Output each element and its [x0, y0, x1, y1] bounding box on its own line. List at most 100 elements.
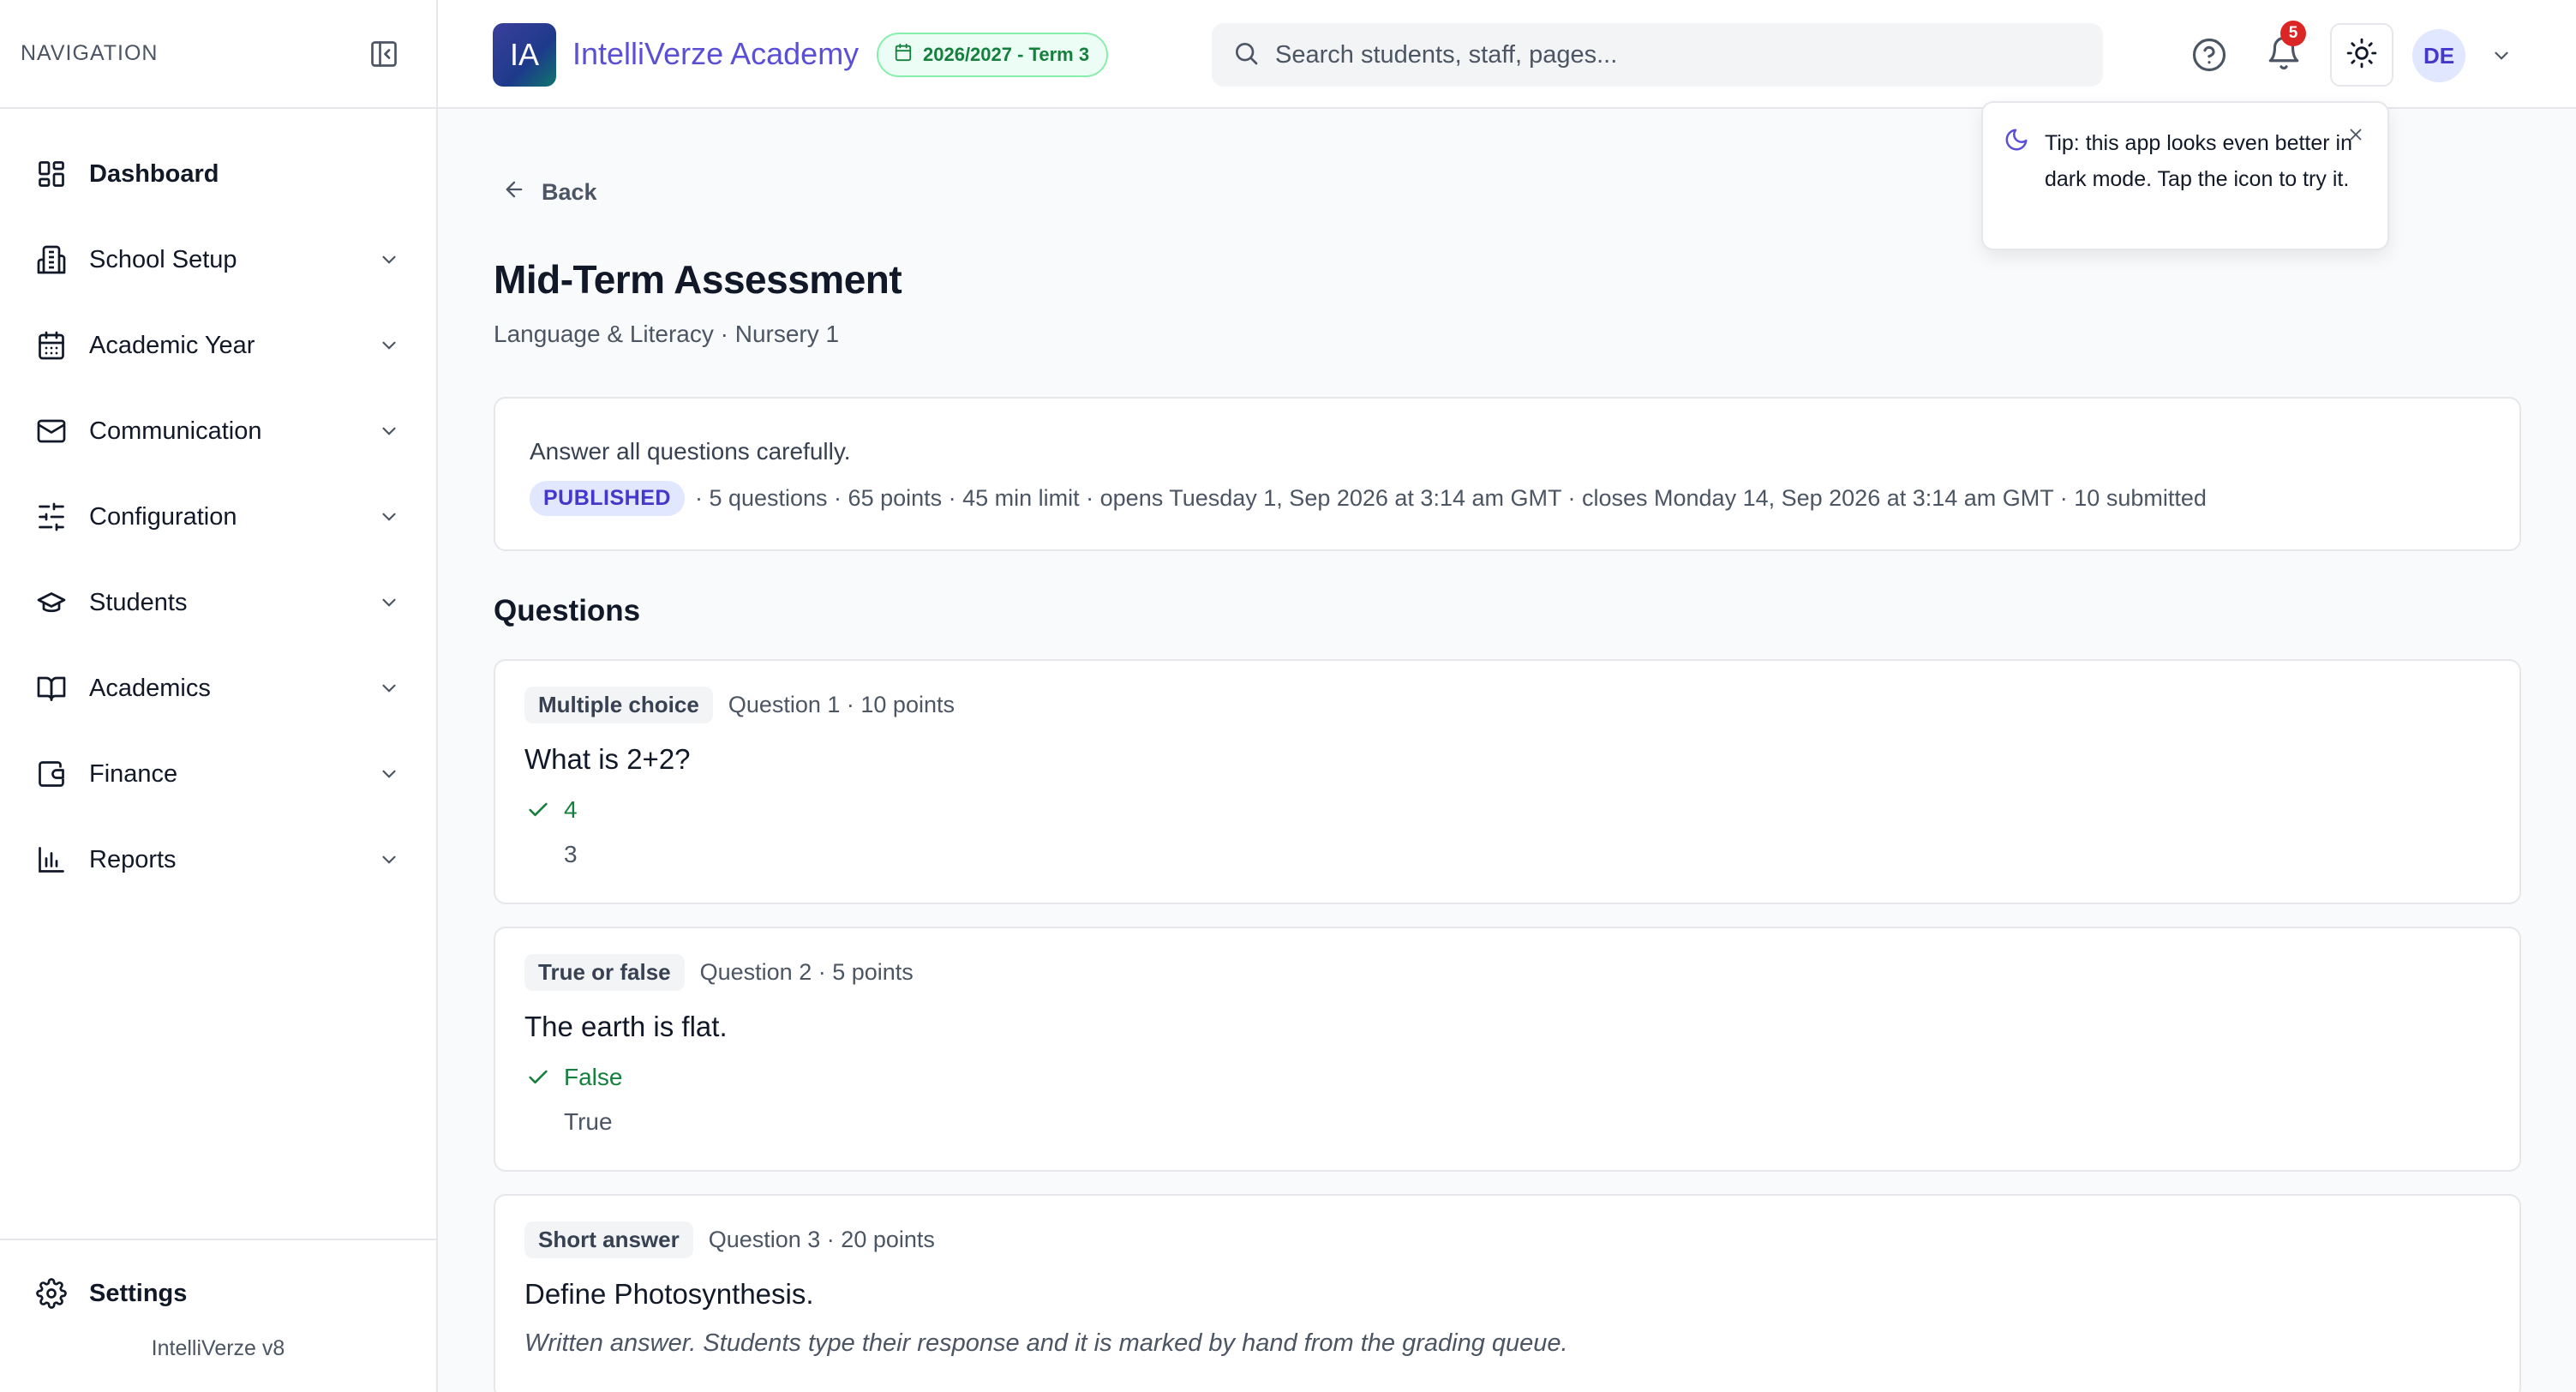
option-label: 3 — [564, 841, 578, 867]
app-name[interactable]: IntelliVerze Academy — [572, 36, 859, 72]
notifications-button[interactable]: 5 — [2261, 21, 2306, 77]
assessment-description: Answer all questions carefully. — [530, 438, 851, 465]
dashboard-icon — [34, 157, 69, 191]
page-subtitle: Language & Literacy · Nursery 1 — [494, 321, 840, 347]
back-button[interactable]: Back — [502, 177, 597, 207]
question-type-badge: True or false — [524, 954, 685, 991]
sidebar-item-settings[interactable]: Settings — [0, 1240, 436, 1347]
chevron-down-icon — [376, 590, 402, 615]
sidebar-item-label: Configuration — [89, 502, 237, 531]
graduation-cap-icon — [34, 585, 69, 620]
moon-icon — [2004, 127, 2031, 154]
tip-text: Tip: this app looks even better in dark … — [2045, 131, 2352, 191]
help-icon[interactable] — [2187, 33, 2232, 77]
check-icon — [524, 796, 552, 824]
top-bar: IA IntelliVerze Academy 2026/2027 - Term… — [438, 0, 2576, 109]
settings-label: Settings — [89, 1279, 188, 1307]
status-badge: PUBLISHED — [530, 481, 685, 516]
chevron-down-icon — [376, 418, 402, 444]
question-option: False — [524, 1064, 622, 1091]
sidebar-item-academics[interactable]: Academics — [0, 645, 436, 731]
question-header: Multiple choice Question 1 · 10 points — [524, 687, 955, 723]
chevron-down-icon — [376, 247, 402, 273]
building-icon — [34, 243, 69, 277]
search-input[interactable] — [1275, 40, 2103, 69]
sidebar-item-label: Finance — [89, 759, 178, 788]
wallet-icon — [34, 757, 69, 791]
assessment-meta: PUBLISHED · 5 questions · 65 points · 45… — [530, 481, 2207, 516]
question-card: True or false Question 2 · 5 points The … — [494, 927, 2521, 1172]
question-meta: Question 1 · 10 points — [728, 692, 955, 717]
search-icon — [1232, 39, 1260, 71]
sliders-icon — [34, 500, 69, 534]
chevron-down-icon — [376, 333, 402, 358]
sidebar-item-label: School Setup — [89, 245, 237, 273]
sidebar-item-label: Students — [89, 588, 188, 616]
app-version: IntelliVerze v8 — [151, 1336, 285, 1360]
question-type-badge: Short answer — [524, 1221, 693, 1258]
sidebar-title: NAVIGATION — [21, 41, 159, 65]
question-type-badge: Multiple choice — [524, 687, 713, 723]
sidebar-item-label: Academic Year — [89, 331, 255, 359]
chevron-down-icon — [376, 761, 402, 787]
sidebar-item-finance[interactable]: Finance — [0, 731, 436, 817]
sidebar-item-label: Communication — [89, 417, 262, 445]
option-label: False — [564, 1064, 623, 1090]
question-meta: Question 3 · 20 points — [708, 1227, 935, 1252]
sidebar-item-label: Reports — [89, 845, 177, 873]
collapse-sidebar-icon[interactable] — [368, 38, 400, 70]
term-label: 2026/2027 - Term 3 — [923, 44, 1090, 65]
gear-icon — [34, 1276, 69, 1311]
arrow-left-icon — [502, 177, 526, 207]
calendar-icon — [894, 43, 913, 67]
calendar-icon — [34, 328, 69, 363]
question-header: True or false Question 2 · 5 points — [524, 954, 914, 991]
sidebar: NAVIGATION Dashboard School Setup Academ… — [0, 0, 438, 1392]
question-text: Define Photosynthesis. — [524, 1278, 814, 1310]
search-bar — [1212, 23, 2103, 87]
sidebar-item-configuration[interactable]: Configuration — [0, 474, 436, 560]
logo[interactable]: IA — [493, 23, 556, 87]
sidebar-item-reports[interactable]: Reports — [0, 817, 436, 903]
question-option: 4 — [524, 796, 578, 824]
assessment-meta-text: · 5 questions · 65 points · 45 min limit… — [694, 485, 2207, 511]
question-text: The earth is flat. — [524, 1011, 728, 1042]
sidebar-item-communication[interactable]: Communication — [0, 388, 436, 474]
sidebar-item-students[interactable]: Students — [0, 560, 436, 645]
back-label: Back — [542, 179, 597, 205]
question-meta: Question 2 · 5 points — [699, 959, 914, 985]
dark-mode-tip: Tip: this app looks even better in dark … — [1981, 101, 2389, 250]
sidebar-item-dashboard[interactable]: Dashboard — [0, 131, 436, 217]
assessment-info-card: Answer all questions carefully. PUBLISHE… — [494, 397, 2521, 551]
question-text: What is 2+2? — [524, 743, 691, 775]
question-header: Short answer Question 3 · 20 points — [524, 1221, 935, 1258]
sidebar-item-label: Academics — [89, 674, 211, 702]
sidebar-item-label: Dashboard — [89, 159, 219, 188]
sidebar-item-academic-year[interactable]: Academic Year — [0, 303, 436, 388]
check-icon — [524, 1064, 552, 1091]
sidebar-footer: Settings IntelliVerze v8 — [0, 1239, 436, 1392]
sun-icon — [2345, 37, 2378, 74]
book-icon — [34, 671, 69, 705]
question-option: True — [524, 1108, 613, 1136]
page-title: Mid-Term Assessment — [494, 257, 902, 302]
avatar[interactable]: DE — [2412, 29, 2465, 82]
bar-chart-icon — [34, 843, 69, 877]
sidebar-header: NAVIGATION — [0, 0, 436, 109]
chevron-down-icon — [376, 847, 402, 873]
close-icon[interactable] — [2343, 122, 2369, 147]
sidebar-nav: Dashboard School Setup Academic Year Com… — [0, 109, 436, 903]
question-card: Multiple choice Question 1 · 10 points W… — [494, 659, 2521, 904]
questions-heading: Questions — [494, 594, 641, 627]
chevron-down-icon — [376, 675, 402, 701]
question-card: Short answer Question 3 · 20 points Defi… — [494, 1194, 2521, 1392]
option-label: True — [564, 1108, 613, 1135]
option-label: 4 — [564, 796, 578, 823]
sidebar-item-school-setup[interactable]: School Setup — [0, 217, 436, 303]
notification-count-badge: 5 — [2280, 21, 2306, 46]
chevron-down-icon — [376, 504, 402, 530]
term-selector[interactable]: 2026/2027 - Term 3 — [877, 33, 1109, 77]
question-note: Written answer. Students type their resp… — [524, 1329, 1568, 1357]
chevron-down-icon[interactable] — [2487, 41, 2516, 70]
theme-toggle-button[interactable] — [2330, 23, 2393, 87]
